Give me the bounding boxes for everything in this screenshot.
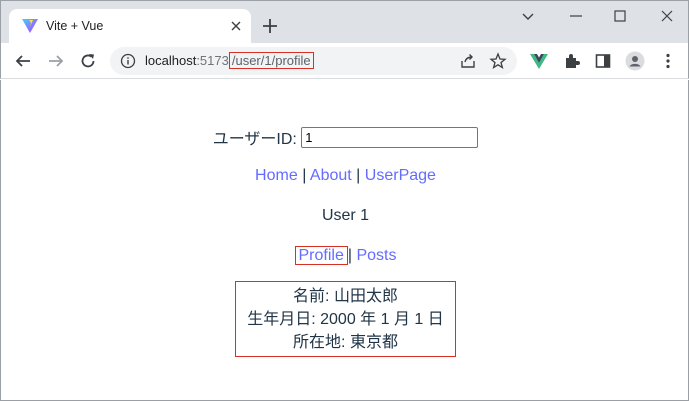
nav-userpage-link[interactable]: UserPage	[365, 167, 436, 184]
url-text[interactable]: localhost:5173/user/1/profile	[145, 52, 314, 69]
nav-home-link[interactable]: Home	[255, 167, 298, 184]
browser-tab[interactable]: Vite + Vue	[9, 9, 251, 44]
userid-row: ユーザーID:	[1, 125, 689, 149]
profile-name: 名前: 山田太郎	[293, 288, 398, 305]
url-origin: localhost	[145, 53, 197, 68]
menu-kebab-icon[interactable]	[658, 51, 678, 71]
vue-devtools-icon[interactable]	[529, 51, 549, 71]
tab-title: Vite + Vue	[46, 19, 104, 33]
subnav-separator: |	[347, 247, 353, 264]
nav-about-link[interactable]: About	[310, 167, 352, 184]
minimize-icon[interactable]	[567, 7, 585, 25]
close-tab-icon[interactable]	[227, 17, 245, 35]
tab-search-icon[interactable]	[519, 7, 537, 25]
site-info-icon[interactable]	[120, 53, 136, 69]
user-subnav: Profile | Posts	[1, 246, 689, 265]
nav-separator: |	[302, 167, 307, 184]
url-port: :5173	[196, 53, 229, 68]
url-path-highlighted: /user/1/profile	[228, 52, 314, 69]
back-icon[interactable]	[13, 51, 33, 71]
address-bar[interactable]: localhost:5173/user/1/profile	[110, 47, 517, 75]
subnav-profile-link[interactable]: Profile	[294, 246, 348, 265]
main-nav: Home | About | UserPage	[1, 167, 689, 185]
reload-icon[interactable]	[78, 51, 98, 71]
tab-strip: Vite + Vue	[0, 0, 689, 44]
bookmark-star-icon[interactable]	[489, 52, 507, 70]
page-content: ユーザーID: Home | About | UserPage User 1 P…	[0, 80, 689, 401]
nav-separator: |	[356, 167, 361, 184]
profile-location: 所在地: 東京都	[293, 334, 398, 351]
profile-avatar-icon[interactable]	[625, 51, 645, 71]
browser-toolbar: localhost:5173/user/1/profile	[0, 43, 689, 79]
forward-icon[interactable]	[46, 51, 66, 71]
userid-label: ユーザーID:	[212, 131, 297, 148]
user-heading: User 1	[321, 207, 370, 224]
vite-logo-icon	[22, 19, 38, 33]
side-panel-icon[interactable]	[593, 51, 613, 71]
profile-card: 名前: 山田太郎 生年月日: 2000 年 1 月 1 日 所在地: 東京都	[235, 281, 456, 357]
share-icon[interactable]	[459, 52, 477, 70]
subnav-posts-link[interactable]: Posts	[356, 247, 396, 264]
userid-input[interactable]	[301, 126, 479, 148]
maximize-icon[interactable]	[611, 7, 629, 25]
new-tab-icon[interactable]	[260, 16, 280, 36]
profile-birthday: 生年月日: 2000 年 1 月 1 日	[247, 311, 444, 328]
close-window-icon[interactable]	[658, 7, 676, 25]
extensions-puzzle-icon[interactable]	[562, 51, 582, 71]
